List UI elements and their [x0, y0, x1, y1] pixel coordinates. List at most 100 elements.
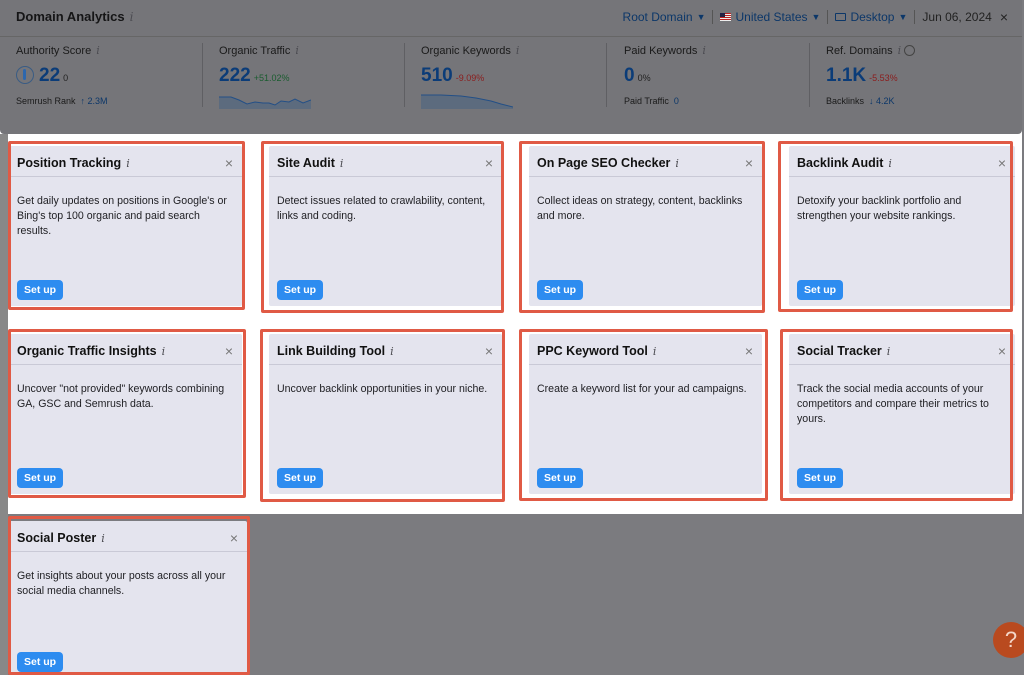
info-icon[interactable]: i: [702, 44, 706, 57]
info-icon[interactable]: i: [898, 44, 902, 57]
us-flag-icon: [720, 13, 731, 21]
divider: [712, 10, 713, 24]
metric-paid-keywords[interactable]: Paid Keywordsi 00% Paid Traffic 0: [624, 37, 809, 134]
card-title: Link Building Tooli: [277, 344, 394, 358]
widget-card-on-page-seo-checker: On Page SEO Checkeri × Collect ideas on st…: [529, 146, 762, 306]
card-description: Get insights about your posts across all…: [17, 569, 239, 599]
card-description: Get daily updates on positions in Google…: [17, 194, 234, 239]
info-icon[interactable]: i: [126, 157, 130, 170]
chevron-down-icon: ▼: [898, 12, 907, 22]
card-header: Backlink Auditi ×: [789, 146, 1015, 177]
card-title: On Page SEO Checkeri: [537, 156, 679, 170]
info-icon[interactable]: i: [887, 345, 891, 358]
widget-card-site-audit: Site Auditi×Detect issues related to cra…: [269, 146, 502, 306]
widget-card-link-building-tool: Link Building Tooli × Uncover backlink opp…: [269, 334, 502, 494]
set-up-button[interactable]: Set up: [537, 468, 583, 488]
set-up-button[interactable]: Set up: [17, 652, 63, 672]
close-icon[interactable]: ×: [485, 155, 493, 171]
device-dropdown[interactable]: Desktop▼: [835, 10, 907, 24]
close-icon[interactable]: ×: [745, 155, 753, 171]
widget-card-ppc-keyword-tool: PPC Keyword Tooli × Create a keyword list …: [529, 334, 762, 494]
close-icon[interactable]: ×: [745, 343, 753, 359]
semrush-rank-value[interactable]: ↑ 2.3M: [81, 96, 108, 106]
organic-keywords-sparkline: [421, 91, 513, 109]
card-header: Organic Traffic Insightsi ×: [9, 334, 242, 365]
set-up-button[interactable]: Set up: [17, 280, 63, 300]
divider: [404, 43, 405, 107]
info-icon[interactable]: i: [130, 10, 134, 24]
page-title: Domain Analyticsi: [16, 9, 133, 24]
card-header: Position Trackingi ×: [9, 146, 242, 177]
info-icon[interactable]: i: [295, 44, 299, 57]
root-domain-dropdown[interactable]: Root Domain▼: [623, 10, 706, 24]
divider: [606, 43, 607, 107]
card-title: Position Trackingi: [17, 156, 130, 170]
card-description: Track the social media accounts of your …: [797, 382, 1007, 427]
domain-analytics-panel: Domain Analyticsi Root Domain▼ United St…: [0, 0, 1022, 134]
help-button[interactable]: ?: [993, 622, 1024, 658]
close-icon[interactable]: ×: [998, 343, 1006, 359]
feedback-icon[interactable]: [904, 45, 915, 56]
left-edge: [0, 134, 8, 675]
info-icon[interactable]: i: [340, 157, 344, 170]
authority-gauge-icon: [16, 66, 34, 84]
empty-area: [264, 514, 1024, 675]
metric-authority-score[interactable]: Authority Scorei 220 Semrush Rank ↑ 2.3M: [16, 37, 201, 134]
backlinks-value[interactable]: ↓ 4.2K: [869, 96, 895, 106]
card-header: Link Building Tooli ×: [269, 334, 502, 365]
card-title: Social Posteri: [17, 531, 105, 545]
card-title: Social Trackeri: [797, 344, 890, 358]
card-title: Backlink Auditi: [797, 156, 892, 170]
widget-card-backlink-audit: Backlink Auditi × Detoxify your backlink p…: [789, 146, 1015, 306]
info-icon[interactable]: i: [675, 157, 679, 170]
divider: [202, 43, 203, 107]
card-description: Create a keyword list for your ad campai…: [537, 382, 754, 397]
card-header: Site Auditi ×: [269, 146, 502, 177]
card-description: Collect ideas on strategy, content, back…: [537, 194, 754, 224]
info-icon[interactable]: i: [653, 345, 657, 358]
chevron-down-icon: ▼: [812, 12, 821, 22]
card-title: PPC Keyword Tooli: [537, 344, 656, 358]
metric-ref-domains[interactable]: Ref. Domainsi 1.1K-5.53% Backlinks ↓ 4.2…: [826, 37, 1011, 134]
card-header: On Page SEO Checkeri ×: [529, 146, 762, 177]
set-up-button[interactable]: Set up: [797, 280, 843, 300]
set-up-button[interactable]: Set up: [537, 280, 583, 300]
info-icon[interactable]: i: [888, 157, 892, 170]
close-icon[interactable]: ×: [1000, 9, 1008, 25]
card-title: Site Auditi: [277, 156, 343, 170]
info-icon[interactable]: i: [516, 44, 520, 57]
info-icon[interactable]: i: [101, 532, 105, 545]
paid-traffic-value[interactable]: 0: [674, 96, 679, 106]
card-header: PPC Keyword Tooli ×: [529, 334, 762, 365]
info-icon[interactable]: i: [390, 345, 394, 358]
close-icon[interactable]: ×: [230, 530, 238, 546]
desktop-icon: [835, 13, 846, 21]
chevron-down-icon: ▼: [697, 12, 706, 22]
date-label[interactable]: Jun 06, 2024: [922, 10, 991, 24]
metric-organic-traffic[interactable]: Organic Traffici 222+51.02%: [219, 37, 404, 134]
close-icon[interactable]: ×: [225, 343, 233, 359]
widget-card-organic-traffic-insights: Organic Traffic Insightsi×Uncover "not p…: [9, 334, 242, 494]
set-up-button[interactable]: Set up: [17, 468, 63, 488]
metric-organic-keywords[interactable]: Organic Keywordsi 510-9.09%: [421, 37, 606, 134]
card-description: Detoxify your backlink portfolio and str…: [797, 194, 1007, 224]
close-icon[interactable]: ×: [485, 343, 493, 359]
close-icon[interactable]: ×: [225, 155, 233, 171]
divider: [914, 10, 915, 24]
widget-card-social-tracker: Social Trackeri × Track the social media a…: [789, 334, 1015, 494]
organic-traffic-sparkline: [219, 91, 311, 109]
close-icon[interactable]: ×: [998, 155, 1006, 171]
widget-card-position-tracking: Position Trackingi × Get daily updates on …: [9, 146, 242, 306]
filter-bar: Root Domain▼ United States▼ Desktop▼ Jun…: [623, 9, 1008, 25]
set-up-button[interactable]: Set up: [277, 280, 323, 300]
set-up-button[interactable]: Set up: [797, 468, 843, 488]
card-description: Uncover backlink opportunities in your n…: [277, 382, 494, 397]
card-title: Organic Traffic Insightsi: [17, 344, 165, 358]
widget-card-social-poster: Social Posteri × Get insights about your p…: [9, 521, 247, 675]
header-bar: Domain Analyticsi Root Domain▼ United St…: [0, 0, 1022, 134]
info-icon[interactable]: i: [96, 44, 100, 57]
info-icon[interactable]: i: [162, 345, 166, 358]
set-up-button[interactable]: Set up: [277, 468, 323, 488]
card-header: Social Trackeri ×: [789, 334, 1015, 365]
country-dropdown[interactable]: United States▼: [720, 10, 820, 24]
